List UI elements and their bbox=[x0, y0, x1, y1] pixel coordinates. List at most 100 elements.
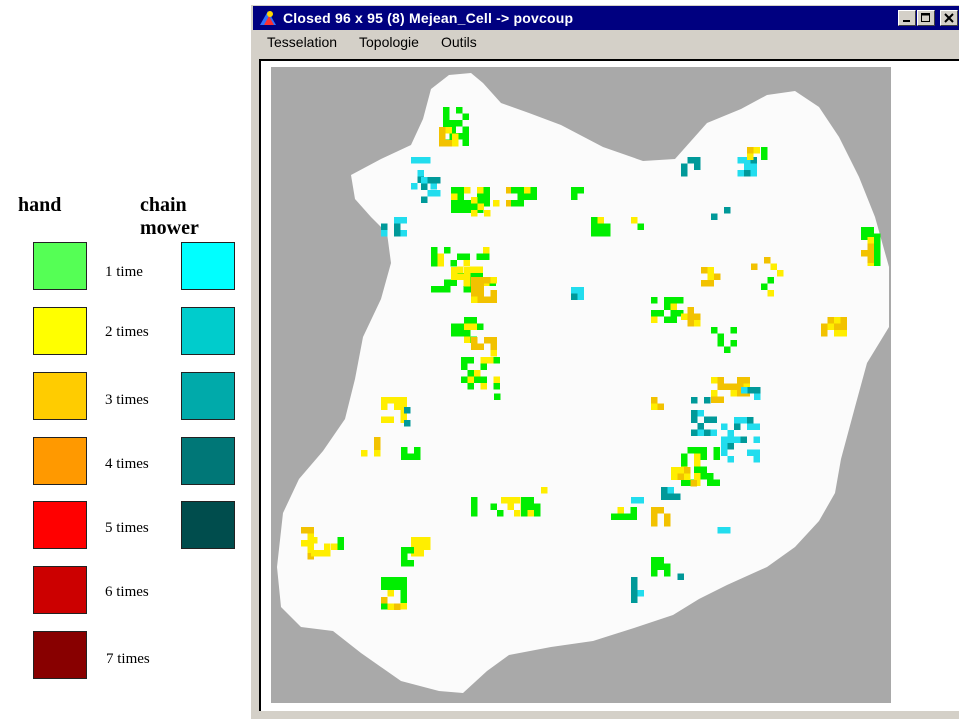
map-cell bbox=[711, 377, 718, 384]
map-cell bbox=[691, 429, 698, 436]
map-cell bbox=[443, 107, 450, 114]
legend-swatch-hand-5 bbox=[33, 501, 87, 549]
map-cell bbox=[664, 316, 671, 323]
map-cell bbox=[670, 316, 677, 323]
map-cell bbox=[604, 223, 611, 230]
mowing-cluster bbox=[494, 393, 501, 400]
title-bar[interactable]: Closed 96 x 95 (8) Mejean_Cell -> povcou… bbox=[253, 6, 959, 30]
map-cell bbox=[394, 583, 401, 590]
map-cell bbox=[687, 307, 694, 314]
map-cell bbox=[476, 253, 483, 260]
map-cell bbox=[717, 383, 724, 390]
map-cell bbox=[651, 563, 658, 570]
map-cell bbox=[753, 147, 760, 154]
map-cell bbox=[381, 597, 388, 604]
mowing-map[interactable] bbox=[271, 67, 891, 703]
map-cell bbox=[671, 467, 678, 474]
map-cell bbox=[690, 480, 697, 487]
map-cell bbox=[721, 449, 728, 456]
map-cell bbox=[713, 447, 720, 454]
legend-label-1: 1 time bbox=[105, 264, 143, 280]
minimize-button[interactable] bbox=[898, 10, 916, 26]
map-cell bbox=[424, 537, 431, 544]
map-cell bbox=[764, 257, 771, 264]
map-cell bbox=[521, 510, 528, 517]
map-cell bbox=[740, 417, 747, 424]
map-cell bbox=[521, 497, 528, 504]
map-cell bbox=[451, 330, 458, 337]
map-cell bbox=[404, 420, 411, 427]
map-cell bbox=[827, 323, 834, 330]
map-cell bbox=[710, 429, 717, 436]
map-cell bbox=[711, 327, 718, 334]
map-cell bbox=[670, 297, 677, 304]
map-cell bbox=[631, 596, 638, 603]
map-cell bbox=[681, 460, 688, 467]
map-cell bbox=[400, 577, 407, 584]
map-cell bbox=[487, 357, 494, 364]
map-cell bbox=[704, 416, 711, 423]
map-cell bbox=[530, 187, 537, 194]
map-cell bbox=[753, 423, 760, 430]
map-cell bbox=[374, 437, 381, 444]
map-cell bbox=[401, 547, 408, 554]
map-cell bbox=[534, 503, 541, 510]
map-cell bbox=[444, 247, 451, 254]
menu-outils[interactable]: Outils bbox=[441, 34, 477, 50]
map-cell bbox=[750, 163, 757, 170]
map-cell bbox=[691, 416, 698, 423]
map-cell bbox=[401, 560, 408, 567]
map-cell bbox=[707, 479, 714, 486]
map-cell bbox=[381, 223, 388, 230]
map-cell bbox=[761, 153, 768, 160]
map-cell bbox=[737, 377, 744, 384]
map-cell bbox=[744, 163, 751, 170]
map-cell bbox=[400, 590, 407, 597]
map-cell bbox=[834, 317, 841, 324]
map-cell bbox=[657, 403, 664, 410]
map-cell bbox=[577, 187, 584, 194]
map-cell bbox=[767, 277, 774, 284]
map-cell bbox=[710, 416, 717, 423]
map-cell bbox=[704, 397, 711, 404]
map-cell bbox=[457, 206, 464, 213]
map-cell bbox=[307, 527, 314, 534]
map-cell bbox=[630, 507, 637, 514]
map-cell bbox=[747, 423, 754, 430]
close-button[interactable] bbox=[940, 10, 958, 26]
map-cell bbox=[694, 473, 701, 480]
map-cell bbox=[681, 453, 688, 460]
map-cell bbox=[753, 456, 760, 463]
map-cell bbox=[457, 193, 464, 200]
map-cell bbox=[750, 170, 757, 177]
map-cell bbox=[637, 590, 644, 597]
map-cell bbox=[511, 200, 518, 207]
map-cell bbox=[651, 403, 658, 410]
menu-tesselation[interactable]: Tesselation bbox=[267, 34, 337, 50]
map-cell bbox=[483, 200, 490, 207]
map-cell bbox=[514, 497, 521, 504]
map-cell bbox=[483, 253, 490, 260]
legend-swatch-chain-1 bbox=[181, 242, 235, 290]
menu-topologie[interactable]: Topologie bbox=[359, 34, 419, 50]
map-cell bbox=[490, 296, 497, 303]
legend-heading-chain-mower: chain mower bbox=[140, 194, 199, 239]
maximize-button[interactable] bbox=[917, 10, 935, 26]
map-cell bbox=[464, 200, 471, 207]
map-cell bbox=[740, 436, 747, 443]
map-cell bbox=[597, 230, 604, 237]
map-cell bbox=[571, 187, 578, 194]
map-cell bbox=[874, 233, 881, 240]
map-cell bbox=[527, 510, 534, 517]
map-cell bbox=[477, 193, 484, 200]
menu-bar: Tesselation Topologie Outils bbox=[253, 31, 959, 53]
map-cell bbox=[734, 423, 741, 430]
map-cell bbox=[530, 193, 537, 200]
map-cell bbox=[711, 390, 718, 397]
map-cell bbox=[493, 383, 500, 390]
map-cell bbox=[664, 303, 671, 310]
map-cell bbox=[517, 193, 524, 200]
map-cell bbox=[477, 343, 484, 350]
map-cell bbox=[434, 190, 441, 197]
map-cell bbox=[387, 416, 394, 423]
